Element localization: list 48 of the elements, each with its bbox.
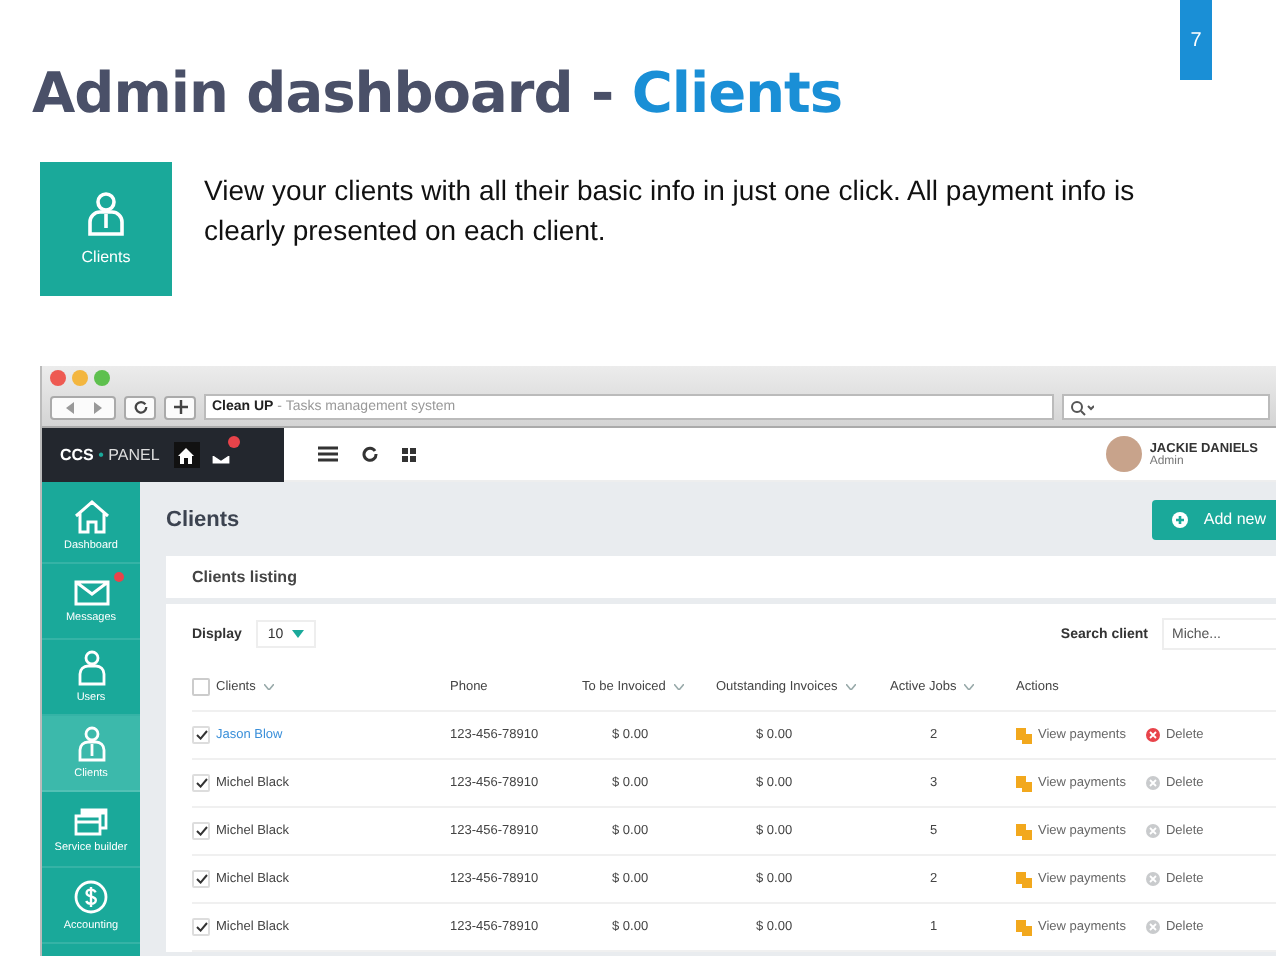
page-title: Clients (166, 507, 242, 531)
notification-badge (227, 436, 240, 448)
row-checkbox[interactable] (192, 726, 210, 744)
reload-icon (133, 400, 147, 414)
notifications-button[interactable] (207, 442, 234, 468)
delete-icon (1145, 872, 1160, 886)
arrows-icon (65, 401, 101, 413)
user-tie-icon (77, 726, 105, 762)
tile-label: Clients (81, 248, 131, 266)
coins-icon (1016, 823, 1032, 839)
home-icon (73, 499, 109, 533)
message-badge (113, 571, 123, 581)
coins-icon (1016, 727, 1032, 743)
refresh-icon[interactable] (362, 446, 378, 462)
cards-icon (73, 804, 109, 836)
close-button[interactable] (50, 370, 66, 386)
plus-circle-icon (1171, 511, 1188, 527)
delete-icon (1145, 920, 1160, 934)
user-icon (77, 650, 105, 686)
new-tab-button[interactable] (164, 395, 196, 419)
coins-icon (1016, 775, 1032, 791)
slide-title: Admin dashboard - Clients (32, 58, 843, 130)
select-all-checkbox[interactable] (192, 678, 210, 696)
row-checkbox[interactable] (192, 918, 210, 936)
search-icon (1070, 399, 1094, 415)
brand-logo: CCS • PANEL (60, 446, 160, 464)
coins-icon (1016, 919, 1032, 935)
coins-icon (1016, 871, 1032, 887)
row-checkbox[interactable] (192, 822, 210, 840)
dollar-icon (74, 879, 108, 913)
plus-icon (173, 400, 187, 414)
row-checkbox[interactable] (192, 774, 210, 792)
row-checkbox[interactable] (192, 870, 210, 888)
delete-icon (1145, 824, 1160, 838)
caret-icon (291, 630, 304, 638)
delete-icon (1145, 776, 1160, 790)
home-icon (178, 447, 195, 463)
envelope-icon (73, 579, 109, 605)
card-title: Clients listing (166, 556, 1276, 604)
grid-icon[interactable] (402, 447, 416, 461)
search-field[interactable] (1062, 394, 1270, 420)
user-icon (88, 192, 124, 236)
delete-icon (1145, 728, 1160, 742)
reload-button[interactable] (124, 395, 156, 419)
page-number: 7 (1180, 0, 1212, 80)
home-button[interactable] (173, 442, 200, 468)
description: View your clients with all their basic info in just one click. All payment info is clearly presented on each client. (204, 172, 1137, 250)
menu-icon[interactable] (318, 446, 338, 462)
